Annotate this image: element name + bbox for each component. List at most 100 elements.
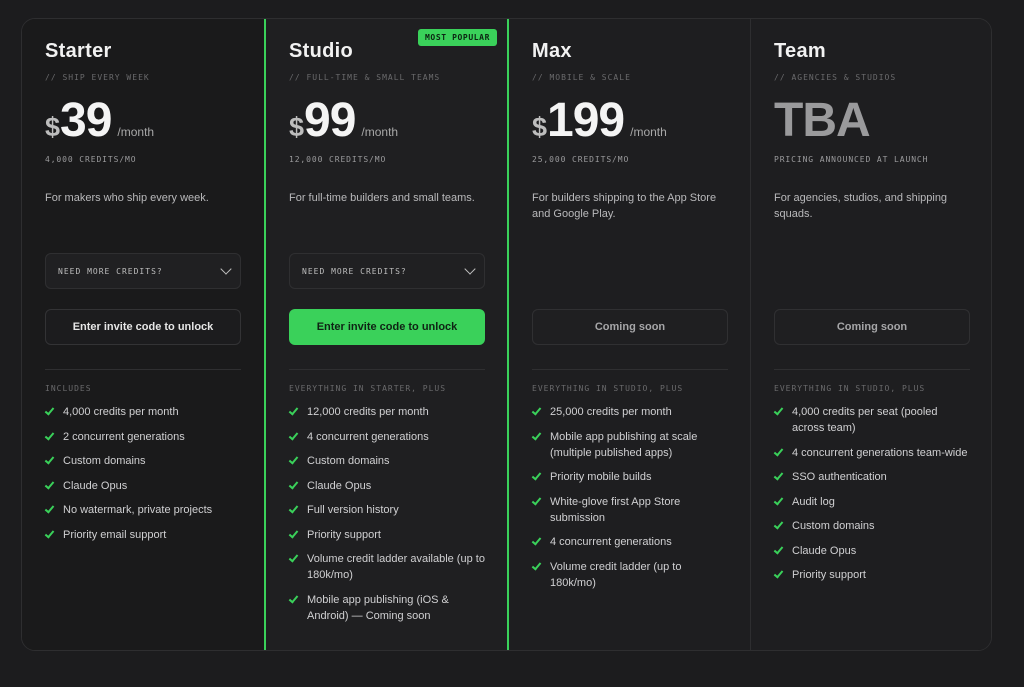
includes-heading: INCLUDES (45, 384, 92, 393)
dropdown-label: NEED MORE CREDITS? (58, 266, 163, 276)
feature-item: White-glove first App Store submission (531, 494, 728, 526)
plan-description: For builders shipping to the App Store a… (532, 192, 717, 220)
check-icon (288, 453, 307, 469)
plan-credits: 25,000 CREDITS/MO (532, 155, 630, 164)
plan-tagline: // FULL-TIME & SMALL TEAMS (289, 73, 441, 82)
feature-item: Custom domains (288, 453, 485, 469)
check-icon (288, 478, 307, 494)
coming-soon-button[interactable]: Coming soon (532, 309, 728, 345)
feature-item: Mobile app publishing (iOS & Android) — … (288, 592, 485, 624)
check-icon (531, 559, 550, 575)
price-currency: $ (45, 112, 61, 142)
plan-card-studio: MOST POPULAR Studio // FULL-TIME & SMALL… (264, 19, 509, 650)
feature-item: 2 concurrent generations (44, 429, 241, 445)
plan-name: Max (532, 40, 572, 62)
plan-description: For full-time builders and small teams. (289, 192, 475, 204)
check-icon (531, 469, 550, 485)
check-icon (44, 429, 63, 445)
more-credits-dropdown[interactable]: NEED MORE CREDITS? (289, 253, 485, 289)
feature-list: 12,000 credits per month 4 concurrent ge… (288, 404, 485, 632)
check-icon (44, 404, 63, 420)
plan-card-starter: Starter // SHIP EVERY WEEK $ 39 /month 4… (22, 19, 264, 650)
feature-item: Mobile app publishing at scale (multiple… (531, 429, 728, 461)
divider (45, 369, 241, 370)
price-amount: 39 (60, 94, 112, 147)
check-icon (288, 551, 307, 567)
plan-description: For makers who ship every week. (45, 192, 209, 204)
more-credits-dropdown[interactable]: NEED MORE CREDITS? (45, 253, 241, 289)
feature-item: Audit log (773, 494, 970, 510)
plan-card-max: Max // MOBILE & SCALE $ 199 /month 25,00… (509, 19, 751, 650)
feature-item: 4 concurrent generations (531, 534, 728, 550)
price-tba: TBA (774, 94, 871, 147)
plan-name: Starter (45, 40, 112, 62)
feature-item: No watermark, private projects (44, 502, 241, 518)
price-amount: 99 (304, 94, 356, 147)
price-period: /month (361, 125, 399, 139)
check-icon (288, 404, 307, 420)
check-icon (773, 567, 792, 583)
chevron-down-icon (220, 262, 232, 275)
check-icon (288, 502, 307, 518)
most-popular-badge: MOST POPULAR (418, 29, 497, 46)
feature-item: Full version history (288, 502, 485, 518)
price-amount: 199 (547, 94, 625, 147)
feature-item: 25,000 credits per month (531, 404, 728, 420)
chevron-down-icon (464, 262, 476, 275)
plan-price: $ 99 /month (289, 93, 398, 149)
plan-name: Studio (289, 40, 354, 62)
feature-item: Volume credit ladder (up to 180k/mo) (531, 559, 728, 591)
check-icon (531, 494, 550, 510)
feature-item: Custom domains (44, 453, 241, 469)
feature-item: Custom domains (773, 518, 970, 534)
plan-tagline: // SHIP EVERY WEEK (45, 73, 150, 82)
price-period: /month (630, 125, 667, 139)
dropdown-label: NEED MORE CREDITS? (302, 266, 407, 276)
check-icon (44, 502, 63, 518)
price-currency: $ (532, 112, 548, 142)
feature-list: 25,000 credits per month Mobile app publ… (531, 404, 728, 599)
divider (774, 369, 970, 370)
plan-card-team: Team // AGENCIES & STUDIOS TBA PRICING A… (751, 19, 991, 650)
feature-item: Claude Opus (773, 543, 970, 559)
feature-item: Priority support (773, 567, 970, 583)
check-icon (44, 527, 63, 543)
feature-item: Claude Opus (44, 478, 241, 494)
check-icon (773, 445, 792, 461)
feature-item: Volume credit ladder available (up to 18… (288, 551, 485, 583)
check-icon (773, 469, 792, 485)
price-period: /month (117, 125, 155, 139)
feature-list: 4,000 credits per month 2 concurrent gen… (44, 404, 241, 551)
check-icon (531, 404, 550, 420)
check-icon (773, 543, 792, 559)
plan-name: Team (774, 40, 826, 62)
invite-code-button[interactable]: Enter invite code to unlock (289, 309, 485, 345)
coming-soon-button[interactable]: Coming soon (774, 309, 970, 345)
feature-item: Claude Opus (288, 478, 485, 494)
feature-item: 4,000 credits per seat (pooled across te… (773, 404, 970, 436)
plan-description: For agencies, studios, and shipping squa… (774, 192, 948, 220)
price-currency: $ (289, 112, 305, 142)
plan-credits: 4,000 CREDITS/MO (45, 155, 137, 164)
feature-item: 4 concurrent generations (288, 429, 485, 445)
check-icon (773, 518, 792, 534)
includes-heading: EVERYTHING IN STUDIO, PLUS (774, 384, 926, 393)
feature-list: 4,000 credits per seat (pooled across te… (773, 404, 970, 592)
check-icon (773, 404, 792, 420)
feature-item: 4,000 credits per month (44, 404, 241, 420)
invite-code-button[interactable]: Enter invite code to unlock (45, 309, 241, 345)
feature-item: 12,000 credits per month (288, 404, 485, 420)
plan-tagline: // AGENCIES & STUDIOS (774, 73, 897, 82)
feature-item: Priority email support (44, 527, 241, 543)
check-icon (288, 592, 307, 608)
pricing-table: Starter // SHIP EVERY WEEK $ 39 /month 4… (21, 18, 992, 651)
check-icon (531, 534, 550, 550)
check-icon (288, 527, 307, 543)
feature-item: 4 concurrent generations team-wide (773, 445, 970, 461)
includes-heading: EVERYTHING IN STUDIO, PLUS (532, 384, 684, 393)
check-icon (44, 453, 63, 469)
check-icon (531, 429, 550, 445)
divider (532, 369, 728, 370)
plan-price: $ 199 /month (532, 93, 667, 149)
feature-item: Priority support (288, 527, 485, 543)
